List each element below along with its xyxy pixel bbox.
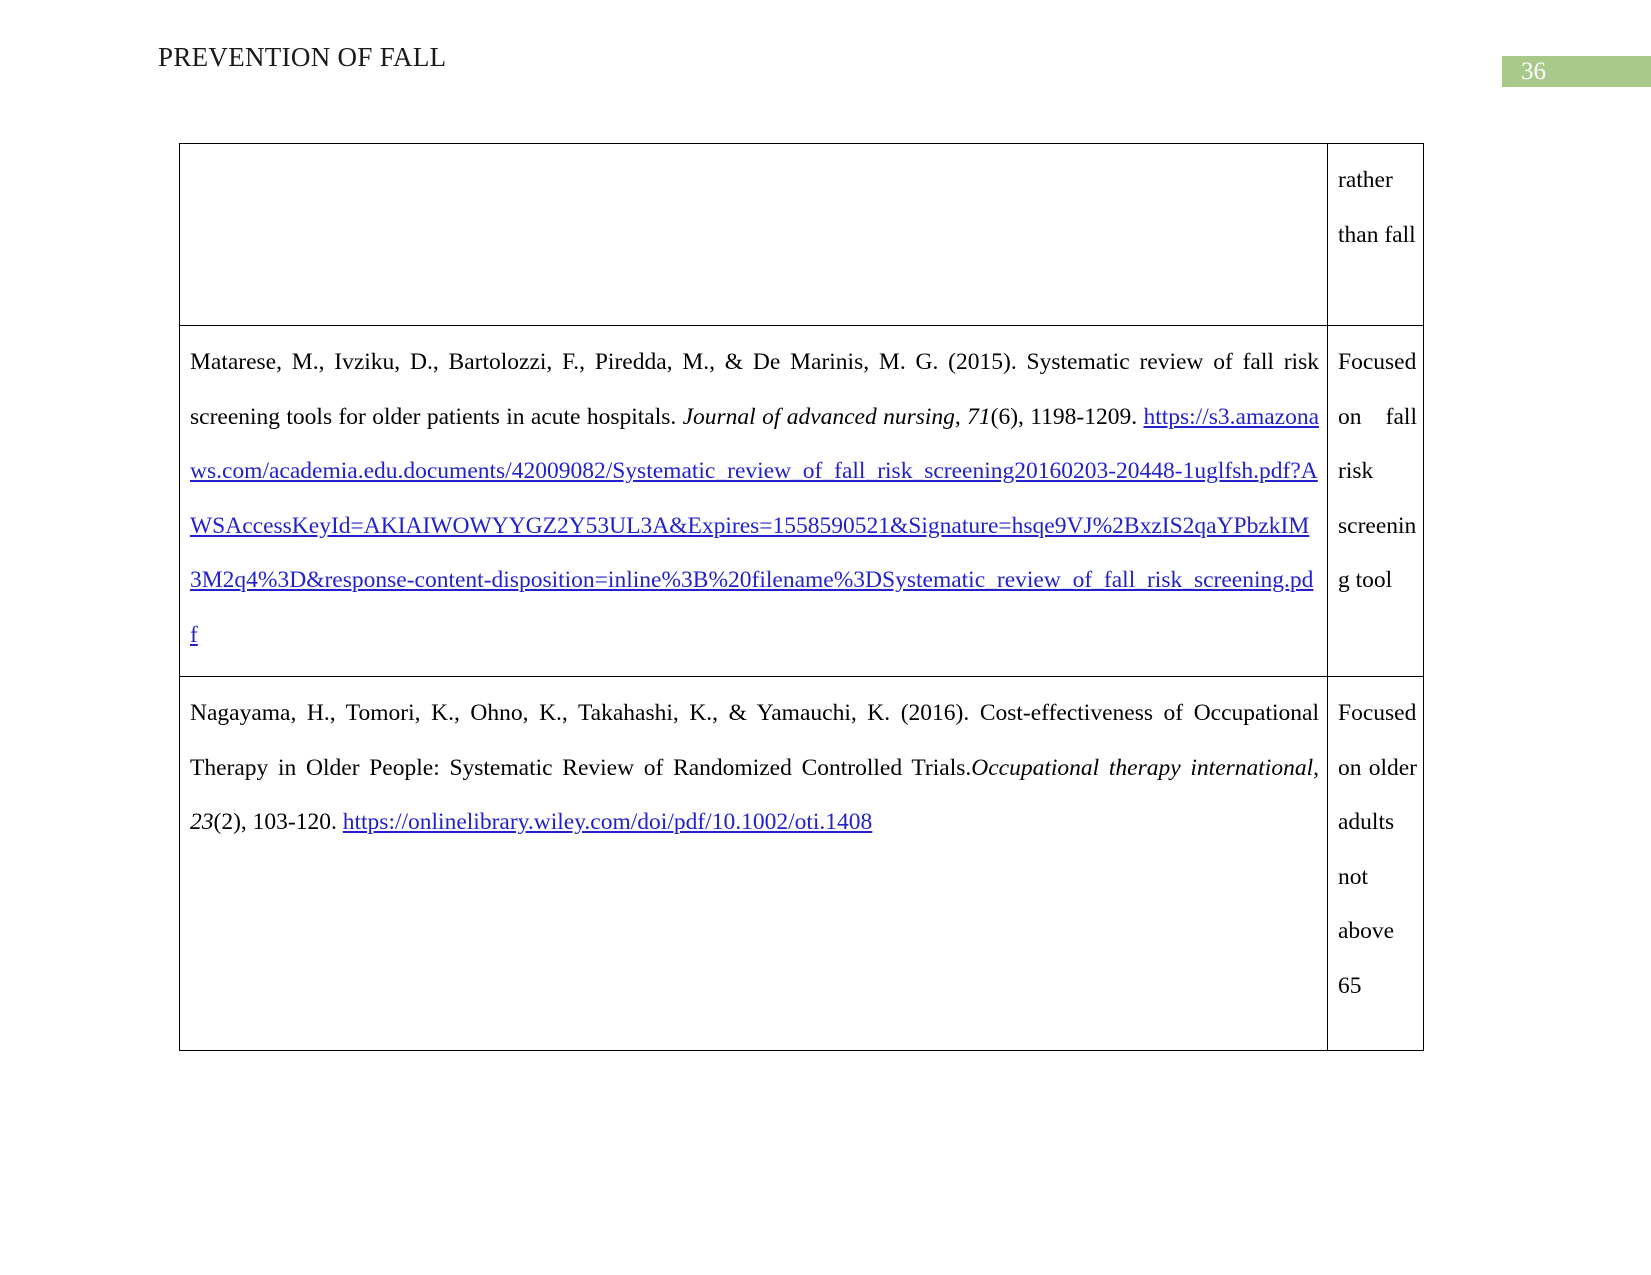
note-text: rather than fall	[1338, 167, 1416, 248]
citation-sep: ,	[954, 403, 968, 430]
note-cell: Focused on fall risk screening tool	[1327, 325, 1424, 677]
citation-cell: Matarese, M., Ivziku, D., Bartolozzi, F.…	[179, 325, 1328, 677]
citation-link[interactable]: https://s3.amazonaws.com/academia.edu.do…	[190, 404, 1319, 648]
citation-journal: Journal of advanced nursing	[682, 403, 955, 430]
citation-pages: (6), 1198-1209.	[990, 403, 1144, 430]
citation-text: Matarese, M., Ivziku, D., Bartolozzi, F.…	[190, 335, 1319, 662]
citation-journal: Occupational therapy international	[971, 754, 1314, 781]
citation-text	[190, 153, 1319, 311]
note-text: Focused on fall risk screening tool	[1338, 349, 1417, 593]
table-row: Matarese, M., Ivziku, D., Bartolozzi, F.…	[179, 325, 1424, 677]
citation-cell	[179, 143, 1328, 326]
reference-table: rather than fall Matarese, M., Ivziku, D…	[179, 143, 1424, 1051]
page-number: 36	[1521, 58, 1546, 85]
running-head: PREVENTION OF FALL	[158, 42, 447, 72]
note-text: Focused on older adults not above 65	[1338, 700, 1417, 999]
note-cell: rather than fall	[1327, 143, 1424, 326]
citation-pages: (2), 103-120.	[213, 809, 343, 835]
citation-cell: Nagayama, H., Tomori, K., Ohno, K., Taka…	[179, 676, 1328, 1051]
citation-volume: 71	[967, 403, 991, 430]
table-row: Nagayama, H., Tomori, K., Ohno, K., Taka…	[179, 676, 1424, 1051]
citation-sep: ,	[1313, 754, 1319, 781]
note-cell: Focused on older adults not above 65	[1327, 676, 1424, 1051]
page-header: PREVENTION OF FALL 36	[0, 0, 1651, 110]
citation-text: Nagayama, H., Tomori, K., Ohno, K., Taka…	[190, 686, 1319, 1036]
page-number-banner: 36	[1502, 56, 1651, 87]
citation-volume: 23	[190, 809, 214, 835]
citation-link[interactable]: https://onlinelibrary.wiley.com/doi/pdf/…	[343, 809, 873, 835]
table-row: rather than fall	[179, 143, 1424, 326]
